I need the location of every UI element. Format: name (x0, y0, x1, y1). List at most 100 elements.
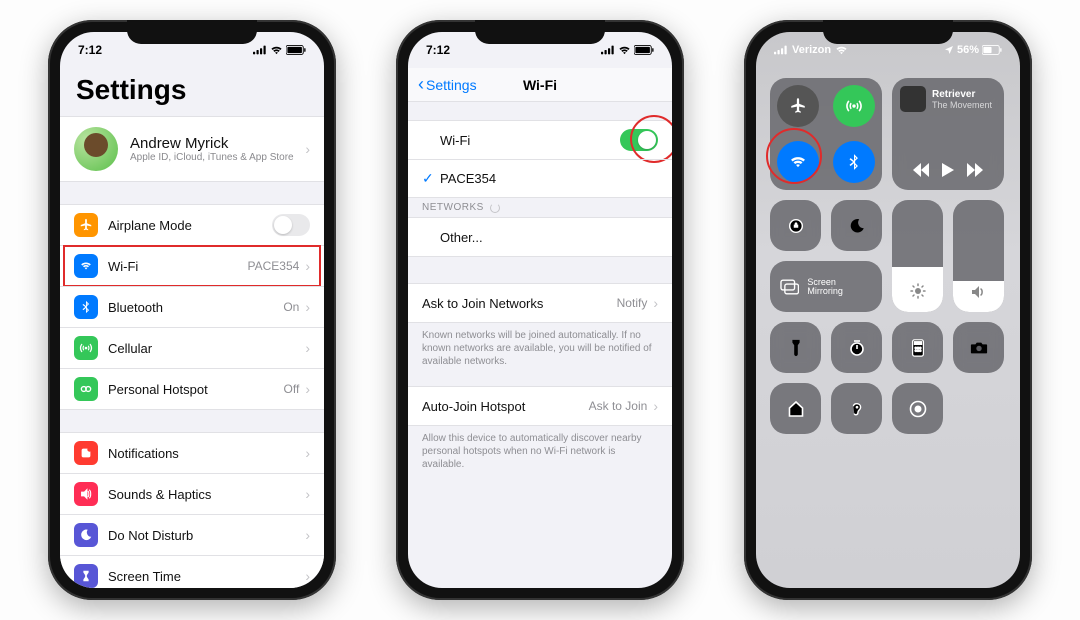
checkmark-icon: ✓ (422, 170, 440, 187)
play-button[interactable] (941, 163, 955, 182)
chevron-right-icon: › (305, 141, 310, 157)
row-value: Notify (617, 296, 648, 310)
cc-screen: Verizon 56% (756, 32, 1020, 588)
calculator-button[interactable] (892, 322, 943, 373)
location-icon (944, 45, 954, 55)
status-time: 7:12 (78, 43, 102, 57)
connectivity-panel[interactable] (770, 78, 882, 190)
sounds-icon (74, 482, 98, 506)
airplane-toggle[interactable] (777, 85, 819, 127)
album-art (900, 86, 926, 112)
status-time: 7:12 (426, 43, 450, 57)
chevron-right-icon: › (305, 381, 310, 397)
wifi-icon (74, 254, 98, 278)
bluetooth-row[interactable]: Bluetooth On › (60, 286, 324, 327)
signal-icon (774, 45, 788, 55)
row-label: Wi-Fi (440, 133, 470, 148)
screentime-icon (74, 564, 98, 588)
brightness-slider[interactable] (892, 200, 943, 312)
row-value: On (283, 300, 299, 314)
wifi-toggle-row[interactable]: Wi-Fi (408, 121, 672, 159)
avatar (74, 127, 118, 171)
row-label: Notifications (108, 446, 179, 461)
chevron-right-icon: › (305, 527, 310, 543)
row-label: Auto-Join Hotspot (422, 399, 525, 414)
volume-slider[interactable] (953, 200, 1004, 312)
prev-button[interactable] (913, 163, 929, 182)
cellular-row[interactable]: Cellular › (60, 327, 324, 368)
airplane-icon (74, 213, 98, 237)
bluetooth-toggle[interactable] (833, 141, 875, 183)
brightness-icon (892, 283, 943, 304)
ask-row[interactable]: Ask to Join Networks Notify › (408, 284, 672, 322)
profile-sub: Apple ID, iCloud, iTunes & App Store (130, 152, 299, 163)
battery-icon (634, 45, 654, 55)
row-label: Screen Time (108, 569, 181, 584)
back-button[interactable]: ‹ Settings (408, 74, 477, 95)
other-network-row[interactable]: Other... (408, 218, 672, 256)
auto-row[interactable]: Auto-Join Hotspot Ask to Join › (408, 387, 672, 425)
notif-group: Notifications › Sounds & Haptics › Do No… (60, 432, 324, 588)
chevron-right-icon: › (305, 445, 310, 461)
camera-button[interactable] (953, 322, 1004, 373)
notch (475, 20, 605, 44)
hearing-button[interactable] (831, 383, 882, 434)
row-value: Ask to Join (589, 399, 648, 413)
wifi-toggle[interactable] (620, 129, 658, 151)
chevron-left-icon: ‹ (418, 74, 424, 95)
wifi-toggle-group: Wi-Fi ✓ PACE354 (408, 120, 672, 198)
timer-button[interactable] (831, 322, 882, 373)
media-title: Retriever (932, 89, 992, 100)
chevron-right-icon: › (305, 568, 310, 584)
chevron-right-icon: › (653, 295, 658, 311)
chevron-right-icon: › (305, 486, 310, 502)
row-label: Other... (440, 230, 483, 245)
ask-group: Ask to Join Networks Notify › (408, 283, 672, 323)
cellular-toggle[interactable] (833, 85, 875, 127)
status-right: 56% (944, 44, 1002, 56)
battery-label: 56% (957, 44, 979, 56)
airplane-mode-row[interactable]: Airplane Mode (60, 205, 324, 245)
sounds-row[interactable]: Sounds & Haptics › (60, 473, 324, 514)
carrier-label: Verizon (792, 44, 831, 56)
wifi-icon (835, 45, 848, 55)
bluetooth-icon (74, 295, 98, 319)
header-text: Networks (422, 202, 484, 213)
phone-control-center: Verizon 56% (744, 20, 1032, 600)
row-label: Cellular (108, 341, 152, 356)
signal-icon (253, 45, 267, 55)
signal-icon (601, 45, 615, 55)
airplane-toggle[interactable] (272, 214, 310, 236)
wifi-toggle[interactable] (777, 141, 819, 183)
notch (823, 20, 953, 44)
next-button[interactable] (967, 163, 983, 182)
screen-mirroring-button[interactable]: Screen Mirroring (770, 261, 882, 312)
hotspot-row[interactable]: Personal Hotspot Off › (60, 368, 324, 409)
phone-settings: 7:12 Settings Andrew Myrick Apple ID, iC… (48, 20, 336, 600)
home-button[interactable] (770, 383, 821, 434)
screen-record-button[interactable] (892, 383, 943, 434)
dnd-icon (74, 523, 98, 547)
media-panel[interactable]: Retriever The Movement (892, 78, 1004, 190)
nav-bar: ‹ Settings Wi-Fi (408, 68, 672, 102)
notifications-row[interactable]: Notifications › (60, 433, 324, 473)
row-label: Do Not Disturb (108, 528, 193, 543)
wifi-row[interactable]: Wi-Fi PACE354 › (60, 245, 324, 286)
chevron-right-icon: › (653, 398, 658, 414)
flashlight-button[interactable] (770, 322, 821, 373)
dnd-row[interactable]: Do Not Disturb › (60, 514, 324, 555)
dnd-button[interactable] (831, 200, 882, 251)
profile-row[interactable]: Andrew Myrick Apple ID, iCloud, iTunes &… (60, 117, 324, 181)
orientation-lock-button[interactable] (770, 200, 821, 251)
settings-screen: 7:12 Settings Andrew Myrick Apple ID, iC… (60, 32, 324, 588)
chevron-right-icon: › (305, 340, 310, 356)
networks-group: Other... (408, 217, 672, 257)
wifi-icon (618, 45, 631, 55)
page-title: Settings (60, 68, 324, 116)
connectivity-group: Airplane Mode Wi-Fi PACE354 › Bluetooth … (60, 204, 324, 410)
chevron-right-icon: › (305, 258, 310, 274)
screentime-row[interactable]: Screen Time › (60, 555, 324, 588)
hotspot-icon (74, 377, 98, 401)
wifi-screen: 7:12 ‹ Settings Wi-Fi Wi-Fi ✓ (408, 32, 672, 588)
connected-network-row[interactable]: ✓ PACE354 (408, 159, 672, 197)
